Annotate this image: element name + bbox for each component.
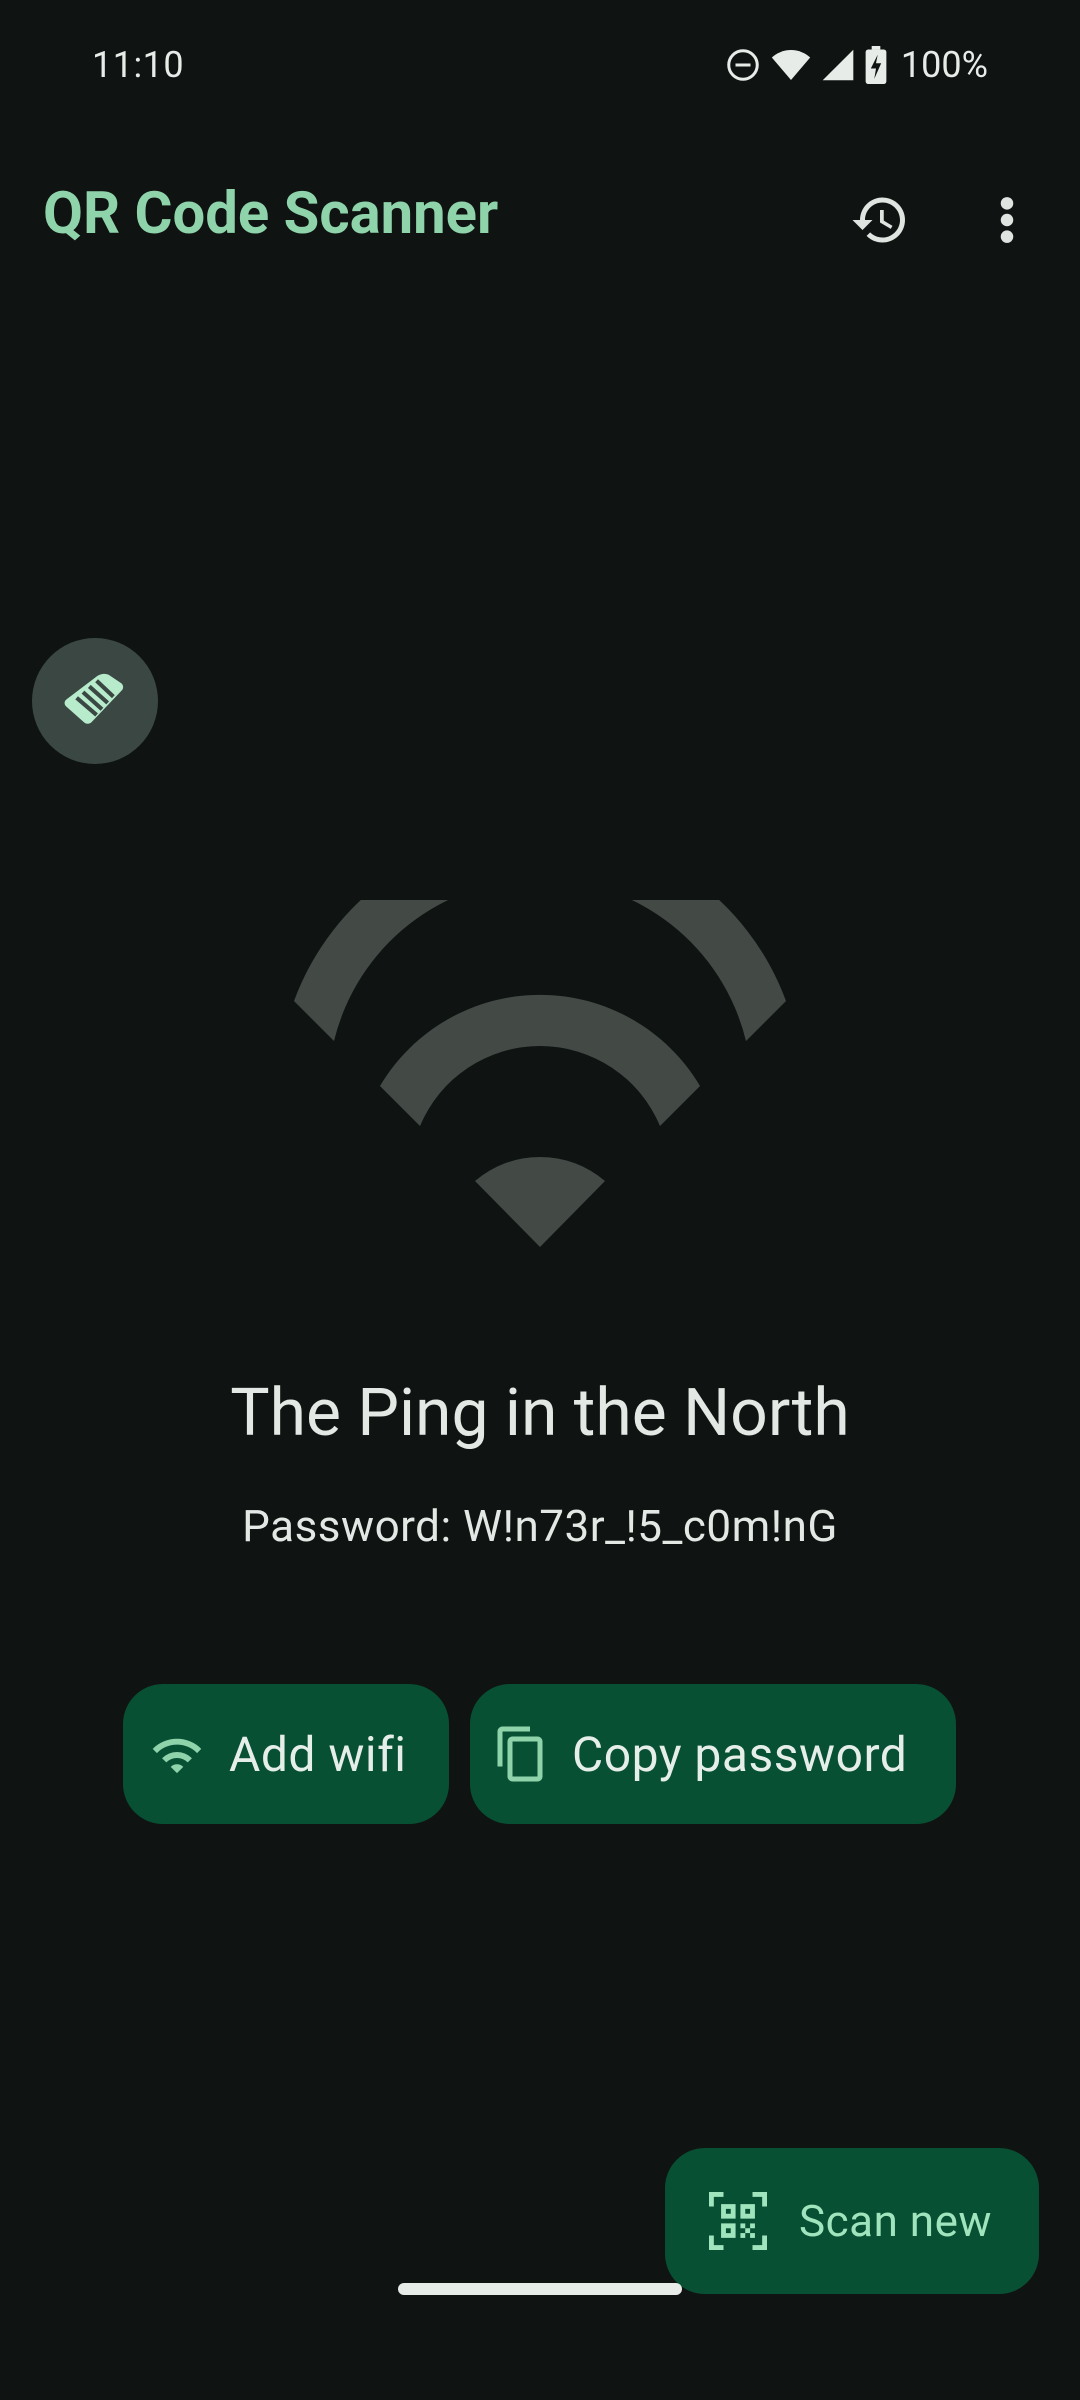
more-vert-icon <box>1000 197 1014 243</box>
status-icons: 100% <box>725 42 988 88</box>
add-wifi-button[interactable]: Add wifi <box>123 1684 449 1824</box>
history-button[interactable] <box>840 180 920 260</box>
app-bar: QR Code Scanner <box>0 160 1080 270</box>
scan-new-label: Scan new <box>799 2195 992 2247</box>
scan-new-button[interactable]: Scan new <box>665 2148 1039 2294</box>
history-icon <box>852 197 905 243</box>
more-options-button[interactable] <box>967 180 1047 260</box>
copy-password-label: Copy password <box>572 1725 908 1783</box>
wifi-signal-icon <box>771 50 811 80</box>
do-not-disturb-icon <box>727 49 759 81</box>
battery-charging-icon <box>865 46 887 84</box>
add-wifi-label: Add wifi <box>229 1725 407 1783</box>
password-text: Password: W!n73r_!5_c0m!nG <box>242 1500 838 1552</box>
status-time: 11:10 <box>92 44 185 86</box>
app-title: QR Code Scanner <box>43 180 499 248</box>
network-name: The Ping in the North <box>230 1375 850 1452</box>
handshake-icon <box>64 673 124 724</box>
copy-password-button[interactable]: Copy password <box>470 1684 956 1824</box>
copy-icon <box>494 1724 546 1784</box>
home-indicator[interactable] <box>398 2283 682 2295</box>
wifi-icon <box>149 1732 205 1776</box>
cell-signal-icon <box>822 49 854 81</box>
wifi-illustration <box>294 900 786 1247</box>
handshake-button[interactable] <box>32 638 158 764</box>
battery-percentage: 100% <box>900 44 988 86</box>
qr-scan-icon <box>709 2192 767 2250</box>
status-bar: 11:10 100% <box>0 0 1080 130</box>
